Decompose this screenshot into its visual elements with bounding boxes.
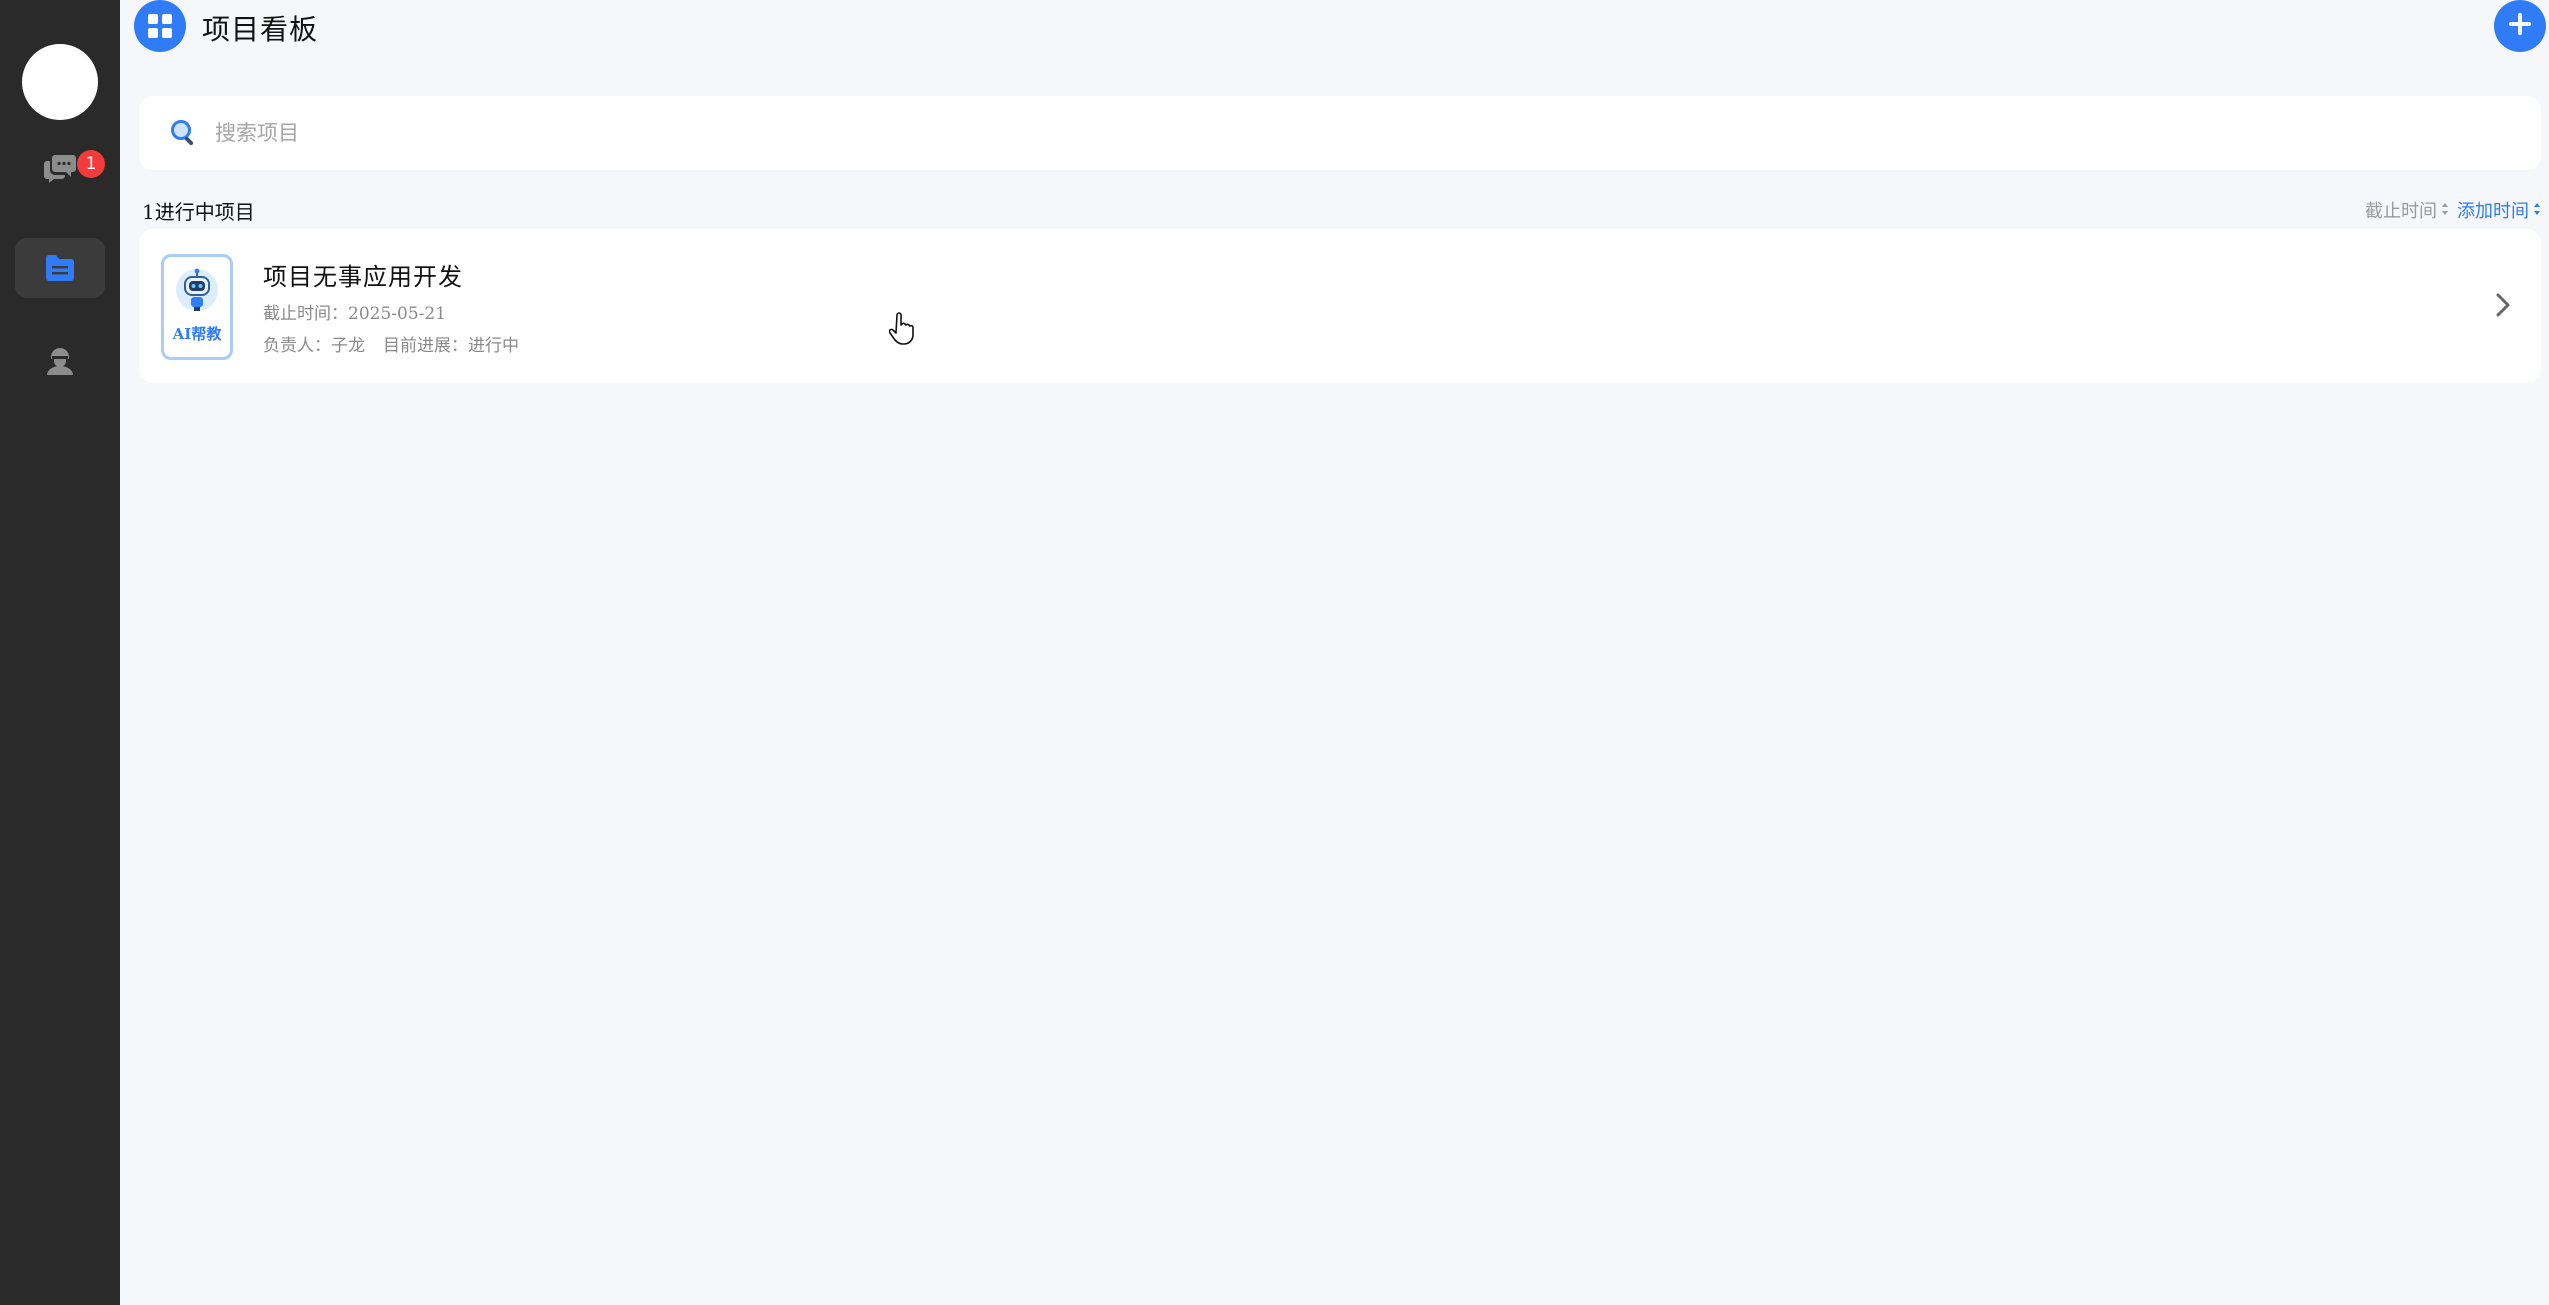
chat-bubbles-icon xyxy=(43,153,77,183)
sidebar-item-agents[interactable] xyxy=(15,330,105,390)
search-bar xyxy=(139,96,2541,170)
folder-icon xyxy=(44,254,76,282)
sort-arrows-icon xyxy=(2441,200,2449,221)
search-input[interactable] xyxy=(213,120,2413,146)
user-icon xyxy=(45,345,75,375)
project-progress: 目前进展：进行中 xyxy=(383,336,519,356)
project-meta: 负责人：子龙 目前进展：进行中 xyxy=(263,331,519,356)
sidebar-item-projects[interactable] xyxy=(15,238,105,298)
project-count-label: 1进行中项目 xyxy=(142,200,255,224)
chevron-right-icon[interactable] xyxy=(2495,292,2511,322)
sort-by-added[interactable]: 添加时间 xyxy=(2457,197,2541,223)
page-title: 项目看板 xyxy=(202,13,319,46)
sort-arrows-icon xyxy=(2533,200,2541,221)
notification-badge: 1 xyxy=(77,150,105,178)
sidebar: 1 xyxy=(0,0,120,1305)
grid-icon xyxy=(134,0,186,52)
sort-by-deadline[interactable]: 截止时间 xyxy=(2365,197,2449,223)
project-thumbnail-label: AI帮教 xyxy=(172,325,222,343)
project-card[interactable]: AI帮教 项目无事应用开发 截止时间：2025-05-21 负责人：子龙 目前进展… xyxy=(139,229,2541,383)
project-thumbnail: AI帮教 xyxy=(161,254,233,360)
add-project-button[interactable] xyxy=(2494,0,2546,52)
project-deadline: 截止时间：2025-05-21 xyxy=(263,304,447,324)
project-owner: 负责人：子龙 xyxy=(263,336,365,356)
hand-pointer-icon xyxy=(888,312,915,350)
robot-icon xyxy=(174,267,220,317)
avatar[interactable] xyxy=(22,44,98,120)
search-icon xyxy=(169,118,199,148)
plus-icon xyxy=(2507,11,2533,41)
sort-bar: 截止时间 添加时间 xyxy=(2357,197,2541,223)
sort-added-label: 添加时间 xyxy=(2457,201,2529,222)
sort-deadline-label: 截止时间 xyxy=(2365,201,2437,222)
project-title: 项目无事应用开发 xyxy=(263,263,463,291)
